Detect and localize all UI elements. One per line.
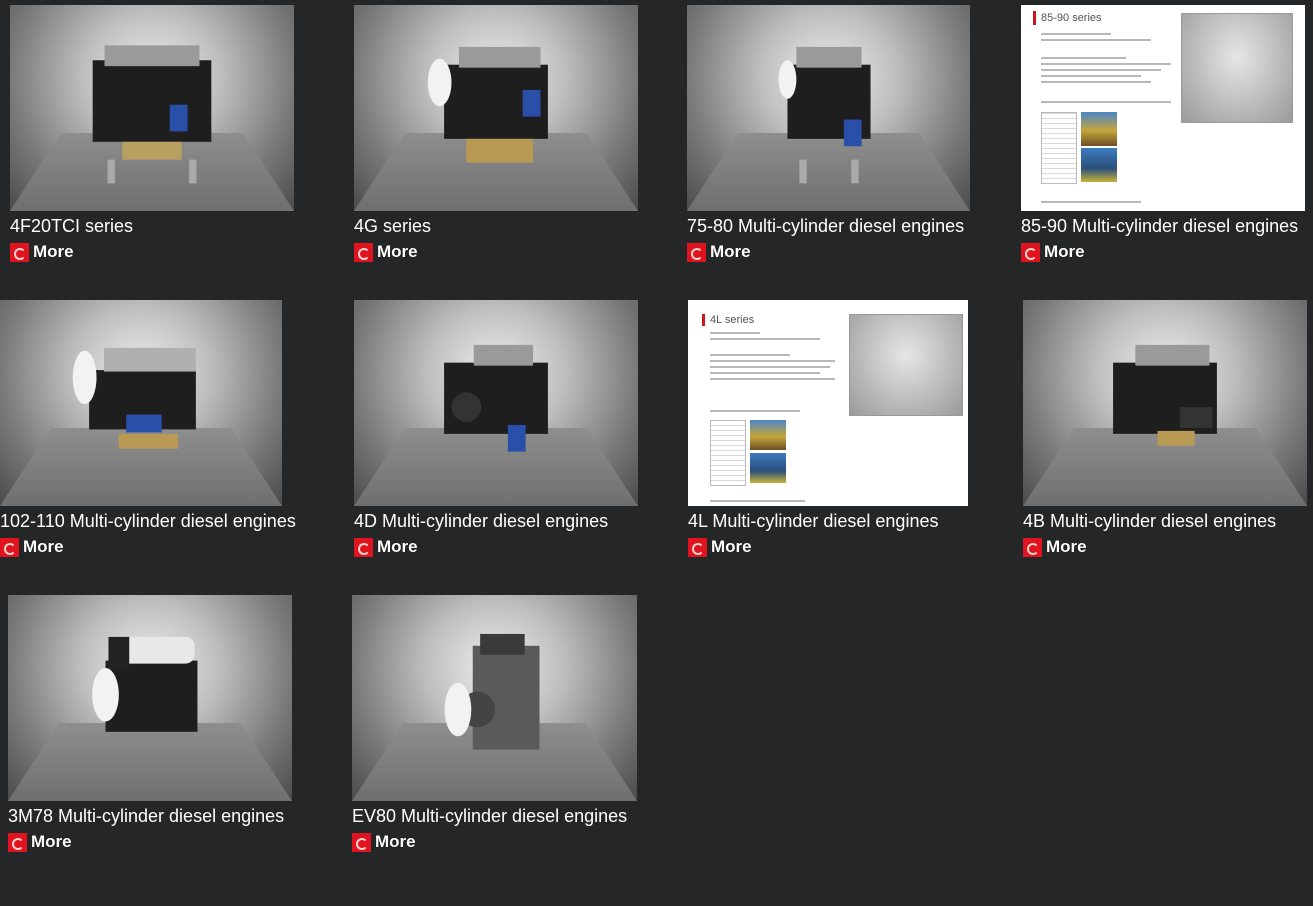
more-icon — [352, 832, 371, 852]
product-title[interactable]: 4L Multi-cylinder diesel engines — [688, 510, 1018, 532]
engine-icon — [444, 344, 548, 452]
engine-icon — [778, 46, 871, 184]
product-title[interactable]: 4D Multi-cylinder diesel engines — [354, 510, 684, 532]
product-card: 4F20TCI series More — [10, 5, 340, 263]
more-icon — [10, 242, 29, 262]
product-image[interactable] — [1023, 300, 1307, 506]
product-title[interactable]: 4F20TCI series — [10, 215, 340, 237]
engine-icon — [1113, 344, 1217, 446]
more-icon — [1023, 537, 1042, 557]
engine-icon — [444, 633, 539, 750]
product-image[interactable] — [352, 595, 637, 801]
product-image[interactable] — [10, 5, 294, 211]
product-card: EV80 Multi-cylinder diesel engines More — [352, 595, 682, 853]
more-icon — [8, 832, 27, 852]
more-link[interactable]: More — [0, 536, 330, 558]
spec-sheet-title: 85-90 series — [1041, 12, 1102, 24]
more-icon — [1021, 242, 1040, 262]
product-card: 3M78 Multi-cylinder diesel engines More — [8, 595, 338, 853]
more-icon — [354, 242, 373, 262]
more-link[interactable]: More — [352, 831, 682, 853]
engine-icon — [92, 636, 198, 732]
product-title[interactable]: 102-110 Multi-cylinder diesel engines — [0, 510, 330, 532]
product-card: 4B Multi-cylinder diesel engines More — [1023, 300, 1313, 558]
more-link[interactable]: More — [1023, 536, 1313, 558]
product-image[interactable] — [354, 300, 638, 506]
product-image[interactable] — [687, 5, 970, 211]
more-link[interactable]: More — [354, 241, 684, 263]
product-card: 4D Multi-cylinder diesel engines More — [354, 300, 684, 558]
engine-icon — [427, 46, 548, 163]
product-title[interactable]: 75-80 Multi-cylinder diesel engines — [687, 215, 1017, 237]
more-link[interactable]: More — [8, 831, 338, 853]
spec-sheet-image[interactable]: 85-90 series — [1021, 5, 1305, 211]
product-grid: 4F20TCI series More 4G series More 75-80… — [0, 0, 1313, 906]
more-icon — [687, 242, 706, 262]
product-card: 4G series More — [354, 5, 684, 263]
more-icon — [354, 537, 373, 557]
product-image[interactable] — [0, 300, 282, 506]
more-icon — [0, 537, 19, 557]
product-card: 102-110 Multi-cylinder diesel engines Mo… — [0, 300, 330, 558]
spec-sheet-title: 4L series — [710, 314, 755, 326]
product-title[interactable]: 85-90 Multi-cylinder diesel engines — [1021, 215, 1313, 237]
spec-sheet-image[interactable]: 4L series — [688, 300, 968, 506]
product-title[interactable]: 4B Multi-cylinder diesel engines — [1023, 510, 1313, 532]
product-card: 4L series 4L Multi-cylinder diesel engin… — [688, 300, 1018, 558]
more-link[interactable]: More — [10, 241, 340, 263]
more-link[interactable]: More — [688, 536, 1018, 558]
product-card: 85-90 series 85-90 Multi-cylinder diesel… — [1021, 5, 1313, 263]
product-title[interactable]: EV80 Multi-cylinder diesel engines — [352, 805, 682, 827]
product-image[interactable] — [354, 5, 638, 211]
product-image[interactable] — [8, 595, 292, 801]
engine-icon — [92, 45, 212, 184]
more-icon — [688, 537, 707, 557]
product-title[interactable]: 3M78 Multi-cylinder diesel engines — [8, 805, 338, 827]
product-card: 75-80 Multi-cylinder diesel engines More — [687, 5, 1017, 263]
engine-icon — [72, 347, 196, 449]
product-title[interactable]: 4G series — [354, 215, 684, 237]
more-link[interactable]: More — [1021, 241, 1313, 263]
more-link[interactable]: More — [354, 536, 684, 558]
more-link[interactable]: More — [687, 241, 1017, 263]
